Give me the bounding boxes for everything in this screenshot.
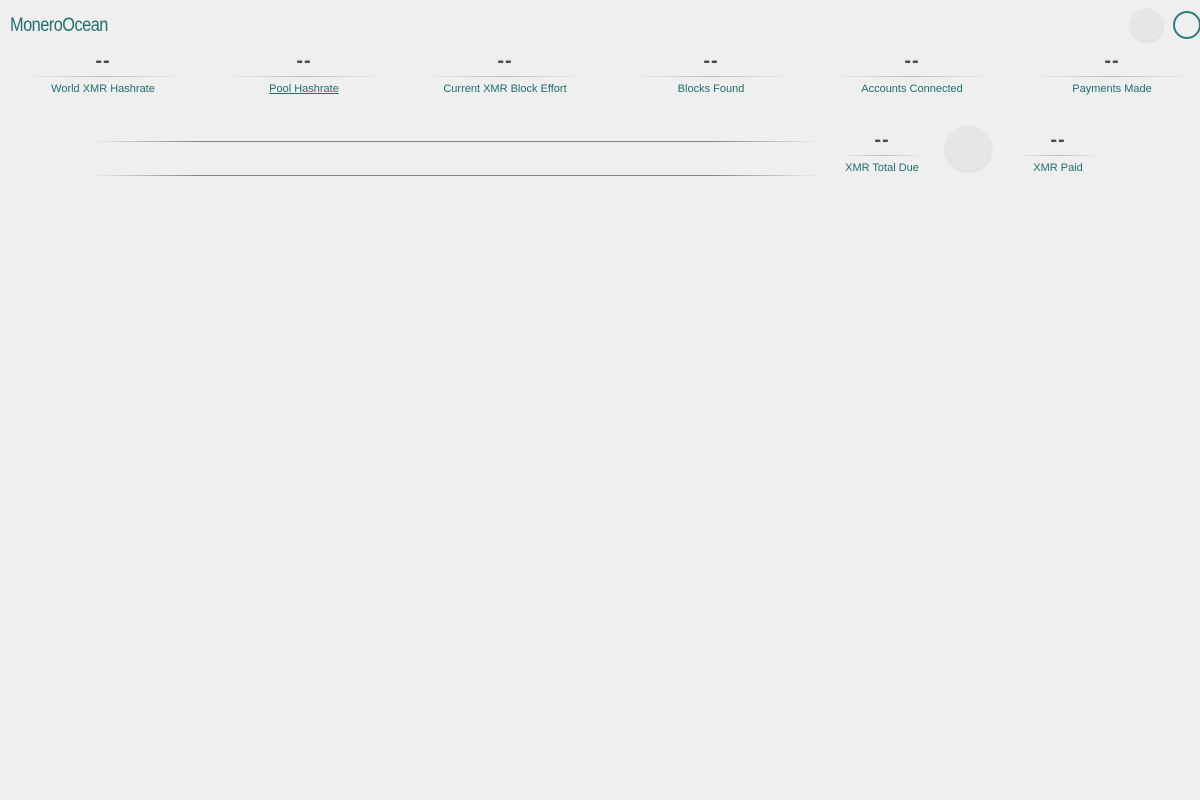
divider	[224, 76, 384, 77]
logo[interactable]: MoneroOcean	[10, 15, 108, 37]
stat-world-hashrate: -- World XMR Hashrate	[8, 50, 198, 95]
stat-pool-hashrate: -- Pool Hashrate	[209, 50, 399, 95]
stat-label: XMR Total Due	[845, 162, 919, 174]
stat-value: --	[904, 50, 920, 72]
stat-block-effort: -- Current XMR Block Effort	[410, 50, 600, 95]
stat-label: Current XMR Block Effort	[443, 83, 567, 95]
payment-settings-button[interactable]	[946, 126, 991, 171]
stat-label: Blocks Found	[677, 83, 745, 95]
stat-xmr-paid: -- XMR Paid	[1008, 129, 1108, 174]
pool-hashrate-link[interactable]: Pool Hashrate	[209, 83, 399, 95]
stat-value: --	[296, 50, 312, 72]
divider	[631, 76, 791, 77]
stat-value: --	[703, 50, 719, 72]
divider	[1032, 76, 1192, 77]
divider	[840, 155, 924, 156]
stat-value: --	[95, 50, 111, 72]
theme-toggle-button[interactable]	[1131, 9, 1163, 41]
stat-value: --	[1050, 129, 1066, 151]
stat-label: World XMR Hashrate	[51, 83, 155, 95]
stat-value: --	[497, 50, 513, 72]
stat-label: Payments Made	[1072, 83, 1152, 95]
divider	[832, 76, 992, 77]
stat-label: Accounts Connected	[861, 83, 963, 95]
stat-accounts-connected: -- Accounts Connected	[817, 50, 1007, 95]
divider	[1016, 155, 1100, 156]
stat-value: --	[874, 129, 890, 151]
address-input-bottom-border[interactable]	[90, 175, 820, 176]
stat-value: --	[1104, 50, 1120, 72]
divider	[23, 76, 183, 77]
power-icon[interactable]	[1173, 11, 1200, 39]
stat-xmr-total-due: -- XMR Total Due	[832, 129, 932, 174]
divider	[425, 76, 585, 77]
stat-blocks-found: -- Blocks Found	[616, 50, 806, 95]
stat-payments-made: -- Payments Made	[1017, 50, 1200, 95]
stat-label: XMR Paid	[1033, 162, 1083, 174]
address-input[interactable]	[90, 142, 820, 175]
